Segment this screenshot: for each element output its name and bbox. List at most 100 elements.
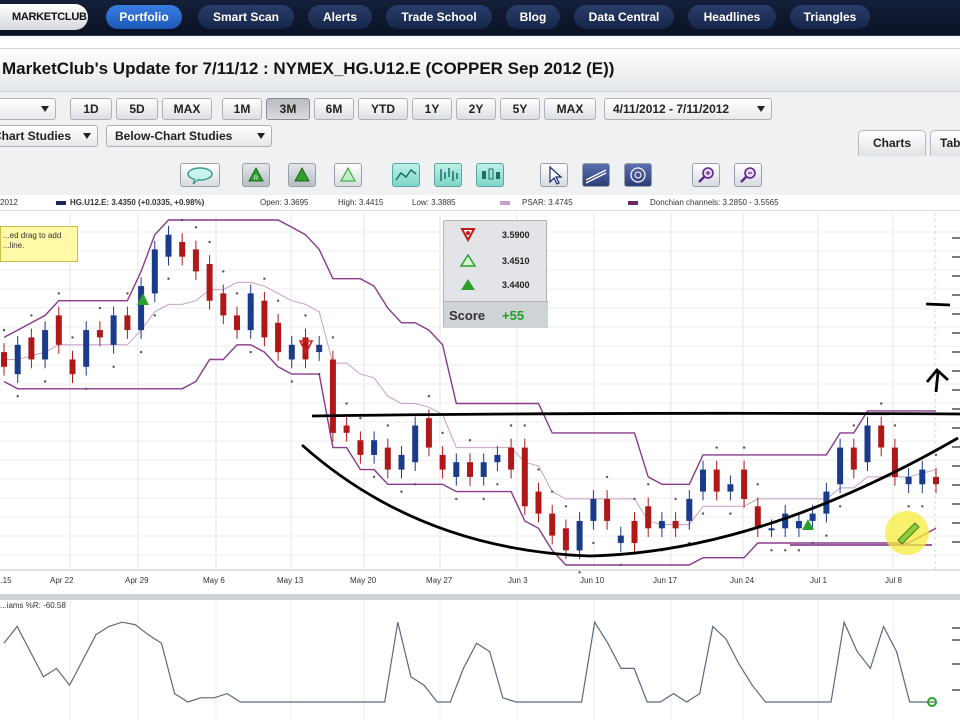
candle-body (795, 521, 802, 529)
trendline-tool-icon[interactable] (582, 163, 610, 187)
bar-chart-icon[interactable] (434, 163, 462, 187)
psar-dot (2, 328, 6, 332)
tab-table[interactable]: Tab (930, 130, 960, 156)
psar-dot (564, 505, 568, 508)
psar-dot (797, 549, 801, 552)
candle-body (727, 484, 734, 492)
period-1y-button[interactable]: 1Y (412, 98, 452, 120)
chevron-down-icon (757, 106, 765, 112)
period-1m-button[interactable]: 1M (222, 98, 262, 120)
chevron-down-icon (41, 106, 49, 112)
candle-body (179, 242, 186, 257)
psar-dot (263, 277, 266, 280)
psar-dot (43, 380, 47, 383)
psar-dot (194, 226, 198, 229)
chart-studies-dropdown[interactable]: Chart Studies (0, 125, 98, 147)
candle-body (700, 469, 706, 492)
nav-tab-data-central[interactable]: Data Central (574, 5, 674, 29)
fibonacci-tool-icon[interactable] (624, 163, 652, 187)
legend-psar: PSAR: 3.4745 (522, 198, 573, 207)
candle-body (508, 447, 515, 470)
nav-tab-alerts[interactable]: Alerts (308, 5, 372, 29)
buy-signal-icon[interactable] (288, 163, 316, 187)
below-chart-studies-dropdown[interactable]: Below-Chart Studies (106, 125, 272, 147)
candle-body (521, 447, 528, 507)
psar-dot (98, 306, 102, 310)
nav-tab-blog[interactable]: Blog (506, 5, 560, 29)
psar-dot (674, 497, 677, 501)
x-tick-label: Apr 29 (125, 576, 149, 585)
candle-body (275, 322, 282, 353)
nav-tab-smart-scan[interactable]: Smart Scan (198, 5, 294, 29)
psar-dot (359, 417, 362, 420)
candlestick-chart-icon[interactable] (476, 163, 504, 187)
tab-charts[interactable]: Charts (858, 130, 926, 156)
williams-r-label: ...iams %R: -60.58 (0, 601, 66, 610)
candle-body (604, 498, 611, 521)
period-max-intraday-button[interactable]: MAX (162, 98, 212, 120)
psar-dot (537, 468, 540, 471)
period-3m-button[interactable]: 3M (266, 98, 310, 120)
legend-donchian-swatch (628, 201, 638, 205)
svg-text:R: R (254, 176, 259, 182)
x-tick-label: Jun 24 (730, 576, 755, 585)
candle-body (686, 498, 693, 521)
marketclub-logo[interactable]: MARKETCLUB (0, 4, 88, 30)
date-range-dropdown[interactable]: 4/11/2012 - 7/11/2012 (604, 98, 772, 120)
line-chart-icon[interactable] (392, 163, 420, 187)
candle-body (549, 513, 556, 536)
signal-row: 3.4510 (444, 249, 548, 273)
zoom-in-icon[interactable] (692, 163, 720, 187)
signal-value: 3.4400 (502, 280, 530, 290)
psar-dot (934, 453, 938, 457)
psar-dot (880, 402, 883, 405)
psar-dot (372, 475, 376, 479)
candle-body (617, 535, 624, 543)
candle-body (480, 462, 487, 477)
psar-dot (852, 424, 855, 427)
symbol-dropdown[interactable] (0, 98, 56, 120)
candle-body (165, 234, 172, 257)
chart-studies-label: Chart Studies (0, 129, 72, 143)
signal-outline-icon[interactable] (334, 163, 362, 187)
nav-tab-headlines[interactable]: Headlines (688, 5, 776, 29)
legend-symbol-swatch (56, 201, 66, 205)
candle-body (83, 330, 90, 367)
candle-body (864, 425, 871, 463)
x-tick-label: May 20 (350, 576, 377, 585)
candle-body (439, 454, 446, 470)
psar-dot (276, 299, 280, 302)
nav-tab-portfolio[interactable]: Portfolio (106, 5, 182, 29)
period-6m-button[interactable]: 6M (314, 98, 354, 120)
psar-dot (181, 218, 184, 222)
psar-dot (742, 446, 746, 449)
period-1d-button[interactable]: 1D (70, 98, 112, 120)
chevron-down-icon (257, 133, 265, 139)
period-ytd-button[interactable]: YTD (358, 98, 408, 120)
candle-body (768, 528, 775, 531)
buy-signal-filled-icon[interactable]: R (242, 163, 270, 187)
tooltip-line-1: ...ed drag to add (3, 231, 62, 240)
nav-tab-triangles[interactable]: Triangles (790, 5, 870, 29)
candle-body (343, 425, 350, 433)
legend-high: High: 3.4415 (338, 198, 384, 207)
period-max-button[interactable]: MAX (544, 98, 596, 120)
x-tick-label: Jun 3 (508, 576, 528, 585)
psar-dot (729, 512, 732, 515)
nav-tab-trade-school[interactable]: Trade School (386, 5, 492, 29)
candle-body (1, 352, 7, 367)
psar-dot (441, 431, 444, 435)
speech-bubble-icon[interactable] (180, 163, 220, 187)
chart-legend-bar: 2012 HG.U12.E: 3.4350 (+0.0335, +0.98%) … (0, 195, 960, 211)
candle-body (138, 286, 145, 331)
period-5y-button[interactable]: 5Y (500, 98, 540, 120)
psar-dot (16, 395, 19, 398)
psar-dot (784, 549, 787, 552)
dash-annotation (925, 302, 951, 307)
pointer-icon[interactable] (540, 163, 568, 187)
period-5d-button[interactable]: 5D (116, 98, 158, 120)
candle-body (919, 469, 926, 485)
candle-body (658, 521, 665, 529)
zoom-out-icon[interactable] (734, 163, 762, 187)
period-2y-button[interactable]: 2Y (456, 98, 496, 120)
